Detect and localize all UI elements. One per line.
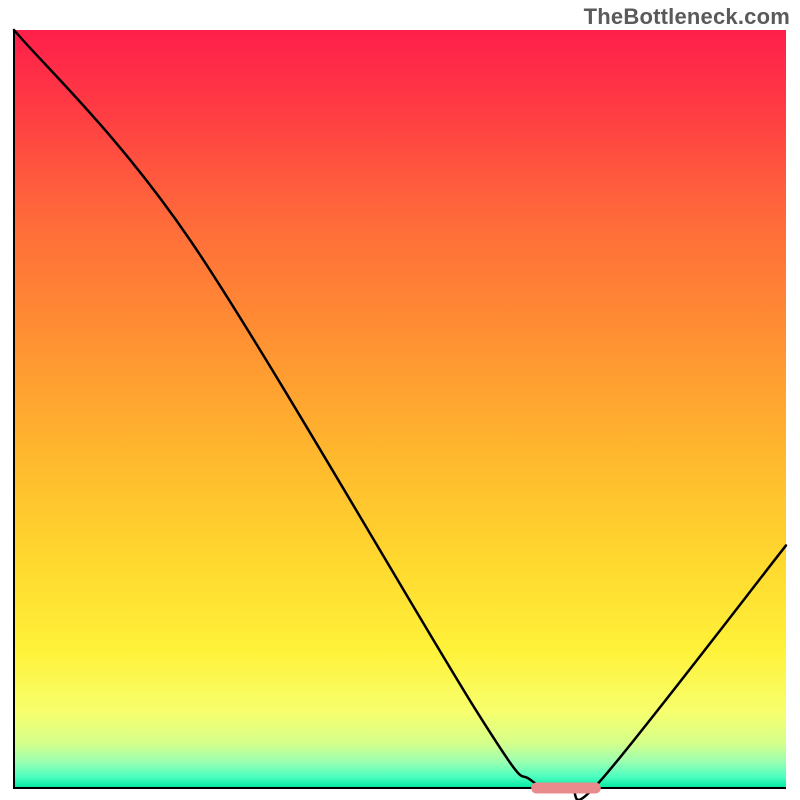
watermark-text: TheBottleneck.com <box>584 4 790 30</box>
chart-stage: TheBottleneck.com <box>0 0 800 800</box>
bottleneck-chart <box>0 0 800 800</box>
chart-background <box>14 30 786 788</box>
sweet-spot-marker <box>531 783 600 794</box>
